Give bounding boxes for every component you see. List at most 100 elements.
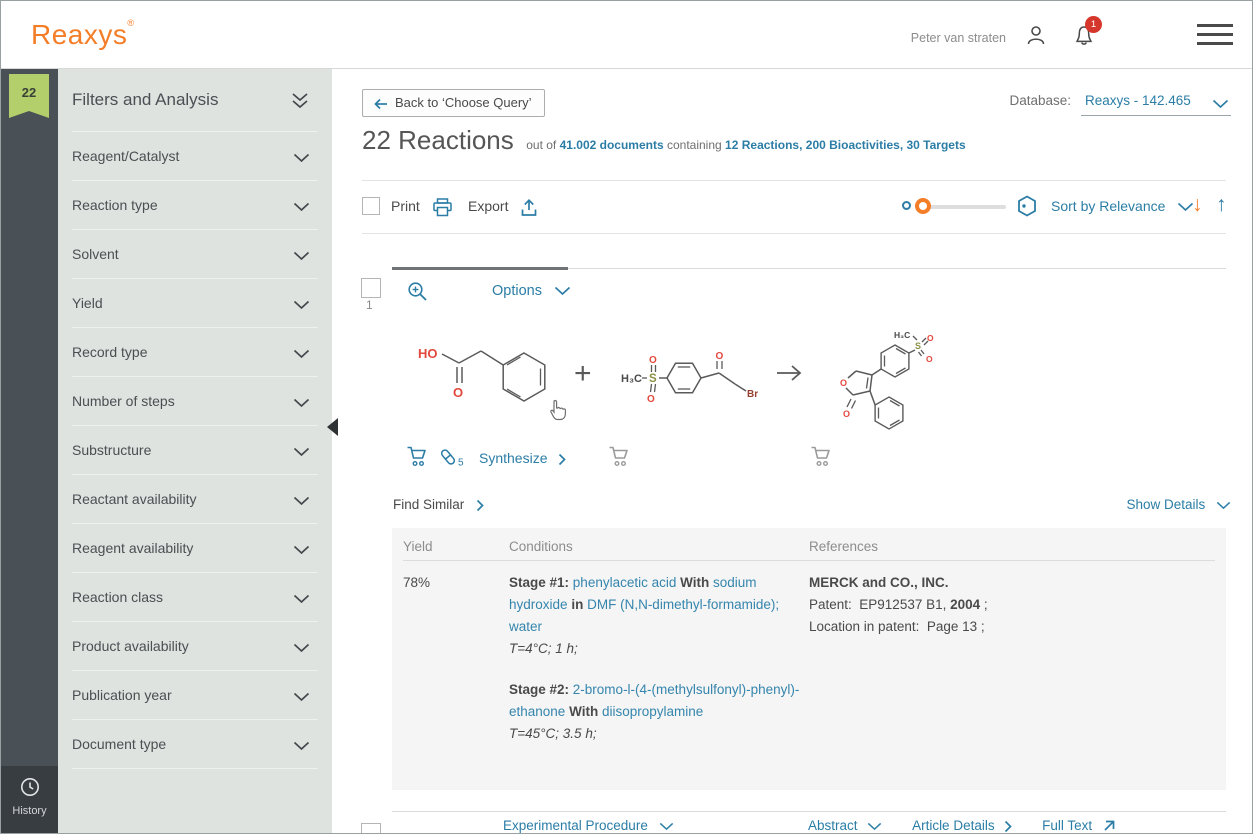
filter-reagent-catalyst[interactable]: Reagent/Catalyst (72, 132, 318, 181)
main-menu-button[interactable] (1197, 24, 1233, 46)
print-select-checkbox[interactable] (362, 197, 380, 215)
results-count-flag: 22 (9, 74, 49, 118)
chevron-down-icon (293, 398, 310, 408)
add-to-cart-icon-product[interactable] (810, 445, 834, 468)
database-select[interactable]: Reaxys - 142.465 (1081, 93, 1231, 116)
add-to-cart-icon-reactant2[interactable] (608, 445, 632, 468)
sort-label: Sort by Relevance (1051, 198, 1165, 214)
svg-text:O: O (649, 355, 657, 366)
add-to-cart-icon-reactant1[interactable] (406, 445, 430, 468)
logo-text: Reaxys (31, 19, 127, 50)
show-details-dropdown[interactable]: Show Details (1126, 497, 1231, 512)
filter-document-type[interactable]: Document type (72, 720, 318, 769)
chevron-down-icon (293, 643, 310, 653)
options-dropdown[interactable]: Options (492, 283, 571, 299)
facet-link-bioactivities[interactable]: 200 Bioactivities, (806, 138, 903, 152)
results-count-title: 22 Reactions (362, 125, 514, 155)
reaction-arrow-icon (776, 364, 802, 382)
next-reaction-checkbox[interactable] (361, 823, 381, 834)
results-area: Back to ‘Choose Query’ Database:Reaxys -… (332, 69, 1253, 834)
structure-size-slider-handle[interactable] (915, 198, 931, 214)
commercial-availability-pill-icon[interactable]: 5 (438, 447, 464, 468)
chevron-down-icon (293, 251, 310, 261)
chevron-down-icon (293, 300, 310, 310)
history-label: History (1, 805, 58, 817)
filter-record-type[interactable]: Record type (72, 328, 318, 377)
divider (362, 233, 1226, 234)
sort-ascending-button[interactable]: ↑ (1216, 193, 1227, 217)
export-button[interactable]: Export (468, 198, 538, 217)
full-text-link[interactable]: Full Text (1042, 818, 1116, 833)
notifications-button[interactable]: 1 (1072, 23, 1098, 49)
back-button-label: Back to ‘Choose Query’ (395, 95, 532, 110)
filter-publication-year[interactable]: Publication year (72, 671, 318, 720)
filters-panel: Filters and Analysis Reagent/Catalyst Re… (58, 69, 332, 834)
reactant-structure-phenylacetic-acid[interactable]: HO O (416, 339, 566, 419)
synthesize-link[interactable]: Synthesize (479, 450, 566, 466)
chevron-down-icon (1216, 501, 1231, 510)
svg-text:Br: Br (747, 389, 758, 400)
filter-reactant-availability[interactable]: Reactant availability (72, 475, 318, 524)
svg-text:H₃C: H₃C (621, 373, 642, 385)
registered-mark: ® (127, 18, 134, 28)
reaxys-logo[interactable]: Reaxys® (31, 18, 135, 51)
stage2-text[interactable]: Stage #2: 2-bromo-l-(4-(methylsulfonyl)-… (509, 679, 811, 723)
chevron-down-icon (293, 692, 310, 702)
documents-link[interactable]: 41.002 documents (560, 138, 664, 152)
filter-reaction-type[interactable]: Reaction type (72, 181, 318, 230)
facet-link-reactions[interactable]: 12 Reactions, (725, 138, 802, 152)
hamburger-icon (1197, 24, 1233, 27)
left-rail: 22 History (1, 69, 58, 834)
article-details-link[interactable]: Article Details (912, 818, 1016, 833)
collapse-filters-handle[interactable] (327, 418, 338, 436)
zoom-in-icon[interactable] (407, 281, 428, 302)
structure-size-slider-track[interactable] (922, 205, 1006, 209)
print-button[interactable]: Print (391, 198, 453, 217)
product-structure[interactable]: H₃C S O O O O (836, 323, 941, 435)
benzene-size-icon[interactable] (1015, 194, 1039, 218)
svg-text:O: O (843, 409, 850, 419)
database-value: Reaxys - 142.465 (1085, 93, 1191, 108)
facet-link-targets[interactable]: 30 Targets (907, 138, 966, 152)
filter-reaction-class[interactable]: Reaction class (72, 573, 318, 622)
hand-cursor (548, 399, 568, 422)
table-header-divider (403, 560, 1215, 561)
back-to-choose-query-button[interactable]: Back to ‘Choose Query’ (362, 89, 545, 117)
print-label: Print (391, 198, 420, 214)
reactant-structure-bromoketone[interactable]: H₃C S O O O Br (619, 351, 759, 405)
printer-icon (432, 198, 453, 217)
sort-by-dropdown[interactable]: Sort by Relevance (1051, 198, 1194, 214)
chevron-down-icon (1212, 99, 1229, 109)
notification-count-badge: 1 (1085, 16, 1102, 33)
stage1-text[interactable]: Stage #1: phenylacetic acid With sodium … (509, 572, 811, 638)
stage2-conditions: T=45°C; 3.5 h; (509, 723, 811, 745)
abstract-dropdown[interactable]: Abstract (808, 818, 886, 833)
reaction-select-checkbox[interactable] (361, 278, 381, 298)
reference-actions: Abstract Article Details Full Text (808, 818, 1142, 833)
app-header: Reaxys® Peter van straten 1 (1, 1, 1253, 69)
commercial-count: 5 (458, 457, 464, 468)
history-button[interactable]: History (1, 766, 58, 834)
chevron-right-icon (476, 499, 484, 512)
filters-panel-header[interactable]: Filters and Analysis (72, 69, 318, 132)
synthesize-label: Synthesize (479, 450, 547, 466)
abstract-label: Abstract (808, 818, 858, 833)
filter-yield[interactable]: Yield (72, 279, 318, 328)
profile-button[interactable] (1024, 23, 1048, 52)
export-upload-icon (520, 198, 538, 217)
filter-number-of-steps[interactable]: Number of steps (72, 377, 318, 426)
divider (362, 180, 1226, 181)
show-details-label: Show Details (1126, 497, 1205, 512)
filter-substructure[interactable]: Substructure (72, 426, 318, 475)
sort-descending-button[interactable]: ↓ (1192, 193, 1203, 217)
chevron-down-icon (867, 822, 882, 831)
chevron-down-icon (659, 822, 674, 831)
filter-reagent-availability[interactable]: Reagent availability (72, 524, 318, 573)
filter-product-availability[interactable]: Product availability (72, 622, 318, 671)
experimental-procedure-dropdown[interactable]: Experimental Procedure (503, 818, 674, 833)
reference-location: Location in patent: Page 13 ; (809, 616, 1209, 638)
reaction-plus-sign: + (574, 357, 592, 391)
chevron-down-icon (293, 496, 310, 506)
find-similar-link[interactable]: Find Similar (393, 497, 484, 512)
filter-solvent[interactable]: Solvent (72, 230, 318, 279)
